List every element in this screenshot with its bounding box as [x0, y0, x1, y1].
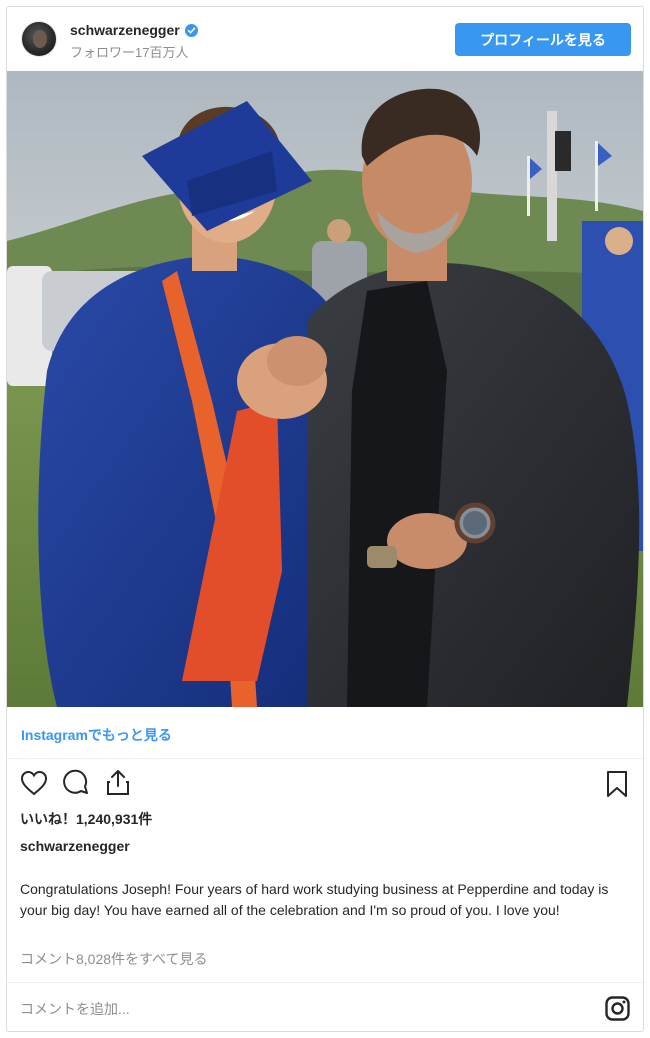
username[interactable]: schwarzenegger [70, 22, 180, 38]
instagram-embed-card: schwarzenegger フォロワー17百万人 プロフィールを見る Inst… [6, 6, 644, 1032]
caption-text: Congratulations Joseph! Four years of ha… [20, 881, 609, 918]
username-row[interactable]: schwarzenegger [70, 22, 198, 38]
instagram-logo-icon[interactable] [605, 996, 630, 1021]
avatar[interactable] [21, 21, 57, 57]
more-on-instagram-link[interactable]: Instagramでもっと見る [21, 725, 172, 745]
divider [7, 982, 643, 983]
follower-count: フォロワー17百万人 [70, 45, 189, 60]
caption-username[interactable]: schwarzenegger [20, 838, 130, 854]
post-photo[interactable] [7, 71, 643, 707]
share-icon[interactable] [103, 767, 133, 797]
view-all-comments-link[interactable]: コメント8,028件をすべて見る [20, 949, 208, 969]
heart-icon[interactable] [19, 769, 49, 797]
like-count[interactable]: いいね！1,240,931件 [20, 809, 152, 829]
verified-badge-icon [184, 23, 198, 37]
post-header: schwarzenegger フォロワー17百万人 プロフィールを見る [7, 7, 643, 71]
comment-icon[interactable] [61, 769, 91, 799]
add-comment-input[interactable]: コメントを追加... [20, 999, 130, 1019]
bookmark-icon[interactable] [603, 769, 631, 799]
divider [7, 758, 643, 759]
view-profile-button[interactable]: プロフィールを見る [455, 23, 631, 56]
